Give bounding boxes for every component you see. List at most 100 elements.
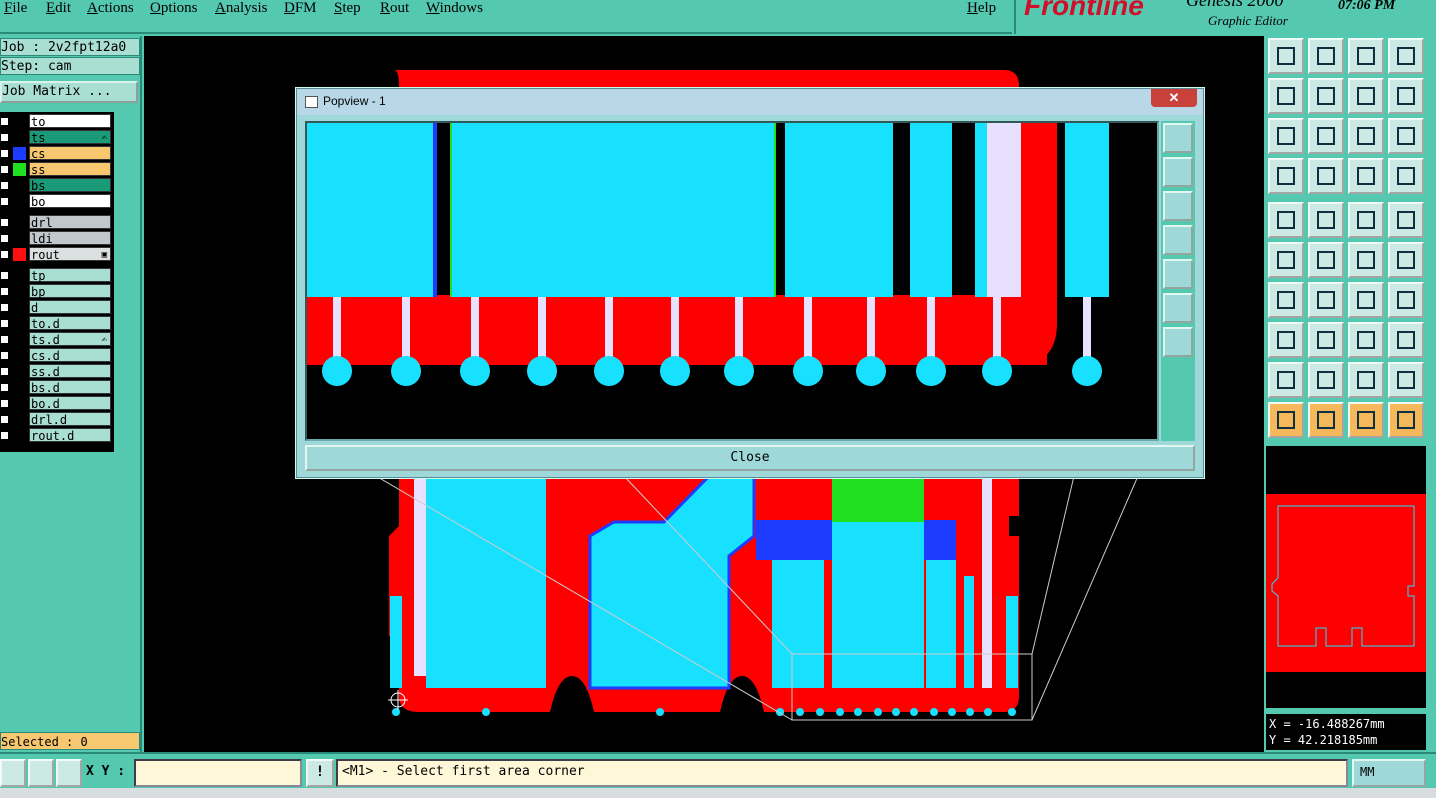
text-button[interactable] [1388,282,1424,318]
layer-row-to[interactable]: to [0,114,112,129]
scale-1-2-button[interactable] [1348,118,1384,154]
layer-name[interactable]: bs [29,178,111,193]
layer-color-swatch[interactable] [13,232,26,245]
layer-row-bs[interactable]: bs [0,178,112,193]
layer-checkbox[interactable] [0,133,9,142]
layer-checkbox[interactable] [0,351,9,360]
layer-row-drl-d[interactable]: drl.d [0,412,112,427]
layer-row-to-d[interactable]: to.d [0,316,112,331]
layer-color-swatch[interactable] [13,397,26,410]
layer-checkbox[interactable] [0,399,9,408]
layer-name[interactable]: tp [29,268,111,283]
open-button[interactable] [1268,38,1304,74]
layer-color-swatch[interactable] [13,269,26,282]
layer-color-swatch[interactable] [13,115,26,128]
layer-color-swatch[interactable] [13,216,26,229]
layer-checkbox[interactable] [0,181,9,190]
window-button[interactable] [1388,38,1424,74]
angle-measure-icon[interactable] [28,759,54,787]
layer-color-swatch[interactable] [13,413,26,426]
layer-row-rout[interactable]: rout ▣ [0,247,112,262]
pointer-button[interactable] [1268,402,1304,438]
pan-right-button[interactable] [1308,78,1344,114]
pointer-box-button[interactable] [1308,402,1344,438]
redraw-button[interactable] [1388,78,1424,114]
layer-color-swatch[interactable] [13,429,26,442]
menu-windows[interactable]: Windows [426,0,483,17]
layer-name[interactable]: bo [29,194,111,209]
layer-color-swatch[interactable] [13,248,26,261]
layer-color-swatch[interactable] [13,195,26,208]
layer-name[interactable]: bs.d [29,380,111,395]
layer-checkbox[interactable] [0,165,9,174]
layer-color-swatch[interactable] [13,131,26,144]
copy-button[interactable] [1388,322,1424,358]
layer-color-swatch[interactable] [13,301,26,314]
popview-pan-right-button[interactable] [1163,259,1193,289]
net-highlight-button[interactable] [1388,158,1424,194]
layer-color-swatch[interactable] [13,349,26,362]
measure-box-button[interactable] [1348,322,1384,358]
layer-checkbox[interactable] [0,197,9,206]
layer-name[interactable]: rout ▣ [29,247,111,262]
segment-button[interactable] [1308,322,1344,358]
popview-pan-left-button[interactable] [1163,225,1193,255]
layer-checkbox[interactable] [0,117,9,126]
save-button[interactable] [1308,38,1344,74]
menu-edit[interactable]: Edit [46,0,71,17]
menu-help[interactable]: Help [967,0,996,17]
layer-checkbox[interactable] [0,431,9,440]
layer-name[interactable]: d [29,300,111,315]
menu-file[interactable]: File [4,0,27,17]
home-button[interactable] [1348,38,1384,74]
layer-checkbox[interactable] [0,234,9,243]
pad-button[interactable] [1388,202,1424,238]
menu-rout[interactable]: Rout [380,0,409,17]
ruler-button[interactable] [1348,202,1384,238]
menu-dfm[interactable]: DFM [284,0,317,17]
measure-icon[interactable] [0,759,26,787]
grid-icon[interactable] [56,759,82,787]
delete-node-button[interactable] [1308,242,1344,278]
layer-row-ts[interactable]: ts ✍ [0,130,112,145]
job-matrix-button[interactable]: Job Matrix ... [0,81,138,103]
layer-name[interactable]: drl.d [29,412,111,427]
layer-checkbox[interactable] [0,335,9,344]
layer-color-swatch[interactable] [13,147,26,160]
pointer-circle-button[interactable] [1348,402,1384,438]
undo-view-button[interactable] [1348,78,1384,114]
layer-color-swatch[interactable] [13,365,26,378]
layer-checkbox[interactable] [0,367,9,376]
move-node-button[interactable] [1348,242,1384,278]
layer-name[interactable]: cs.d [29,348,111,363]
menu-options[interactable]: Options [150,0,198,17]
probe-button[interactable] [1308,158,1344,194]
layer-checkbox[interactable] [0,218,9,227]
layer-name[interactable]: to [29,114,111,129]
units-selector[interactable]: MM [1352,759,1426,787]
layer-name[interactable]: ts.d ✍ [29,332,111,347]
layer-checkbox[interactable] [0,287,9,296]
layer-name[interactable]: to.d [29,316,111,331]
overview-panel[interactable] [1266,446,1426,708]
layer-color-swatch[interactable] [13,163,26,176]
layer-checkbox[interactable] [0,319,9,328]
layer-color-swatch[interactable] [13,381,26,394]
popview-close-button[interactable]: Close [305,445,1195,471]
layer-checkbox[interactable] [0,149,9,158]
line-button[interactable] [1268,282,1304,318]
layer-row-tp[interactable]: tp [0,268,112,283]
layer-row-bo[interactable]: bo [0,194,112,209]
layer-row-d[interactable]: d [0,300,112,315]
zoom-center-button[interactable] [1308,118,1344,154]
layer-tool-button[interactable] [1268,158,1304,194]
popview-canvas[interactable] [305,121,1159,441]
layer-name[interactable]: ss [29,162,111,177]
layer-checkbox[interactable] [0,303,9,312]
layer-row-cs-d[interactable]: cs.d [0,348,112,363]
info-button[interactable]: ! [306,759,334,787]
layer-row-rout-d[interactable]: rout.d [0,428,112,443]
zoom-fit-button[interactable] [1268,118,1304,154]
menu-step[interactable]: Step [334,0,361,17]
layer-row-bs-d[interactable]: bs.d [0,380,112,395]
